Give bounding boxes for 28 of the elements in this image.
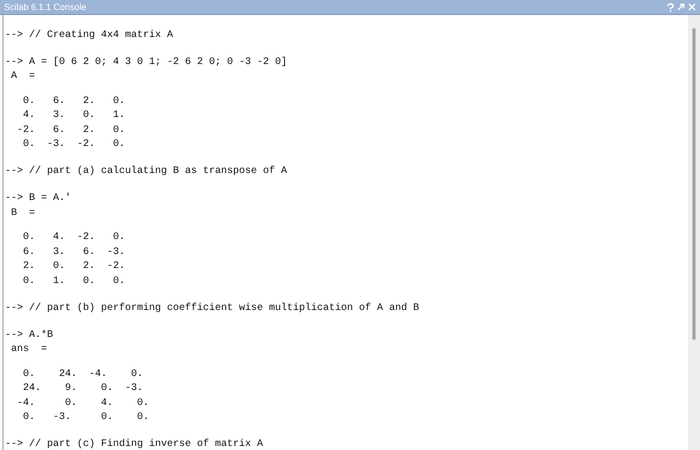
- result-name: ans =: [10, 343, 48, 357]
- console-command: --> B = A.': [5, 192, 72, 206]
- result-name: B =: [10, 206, 36, 220]
- matrix-row-text: 0. 4. -2. 0.: [22, 231, 126, 245]
- help-icon[interactable]: [667, 2, 674, 12]
- console-command: --> A = [0 6 2 0; 4 3 0 1; -2 6 2 0; 0 -3 -2 0]: [5, 56, 288, 70]
- console-command: --> // part (b) performing coefficient wise multiplication of A and B: [5, 302, 420, 316]
- matrix-row-text: -2. 6. 2. 0.: [16, 124, 126, 138]
- matrix-row-text: 0. 24. -4. 0.: [22, 368, 144, 382]
- result-name: A =: [10, 70, 36, 84]
- matrix-row-text: 0. 6. 2. 0.: [22, 94, 126, 108]
- matrix-row-text: 24. 9. 0. -3.: [22, 382, 144, 396]
- matrix-row-text: 2. 0. 2. -2.: [22, 260, 126, 274]
- console-command: --> // part (c) Finding inverse of matrix A: [5, 438, 264, 450]
- matrix-row-text: 6. 3. 6. -3.: [22, 246, 126, 260]
- scrollbar-thumb[interactable]: [692, 28, 696, 340]
- console-command: --> // Creating 4x4 matrix A: [5, 28, 174, 42]
- scrollbar[interactable]: [688, 15, 700, 450]
- console-command: --> A.*B: [5, 328, 54, 342]
- matrix-row-text: 4. 3. 0. 1.: [22, 109, 126, 123]
- undock-icon[interactable]: [677, 3, 685, 11]
- matrix-row-text: 0. -3. -2. 0.: [22, 138, 126, 152]
- window-title: Scilab 6.1.1 Console: [4, 2, 88, 12]
- matrix-row-text: 0. 1. 0. 0.: [22, 274, 126, 288]
- console-command: --> // part (a) calculating B as transpose of A: [5, 165, 288, 179]
- matrix-row-text: -4. 0. 4. 0.: [16, 396, 150, 410]
- matrix-row-text: 0. -3. 0. 0.: [22, 411, 150, 425]
- close-icon[interactable]: [688, 3, 696, 11]
